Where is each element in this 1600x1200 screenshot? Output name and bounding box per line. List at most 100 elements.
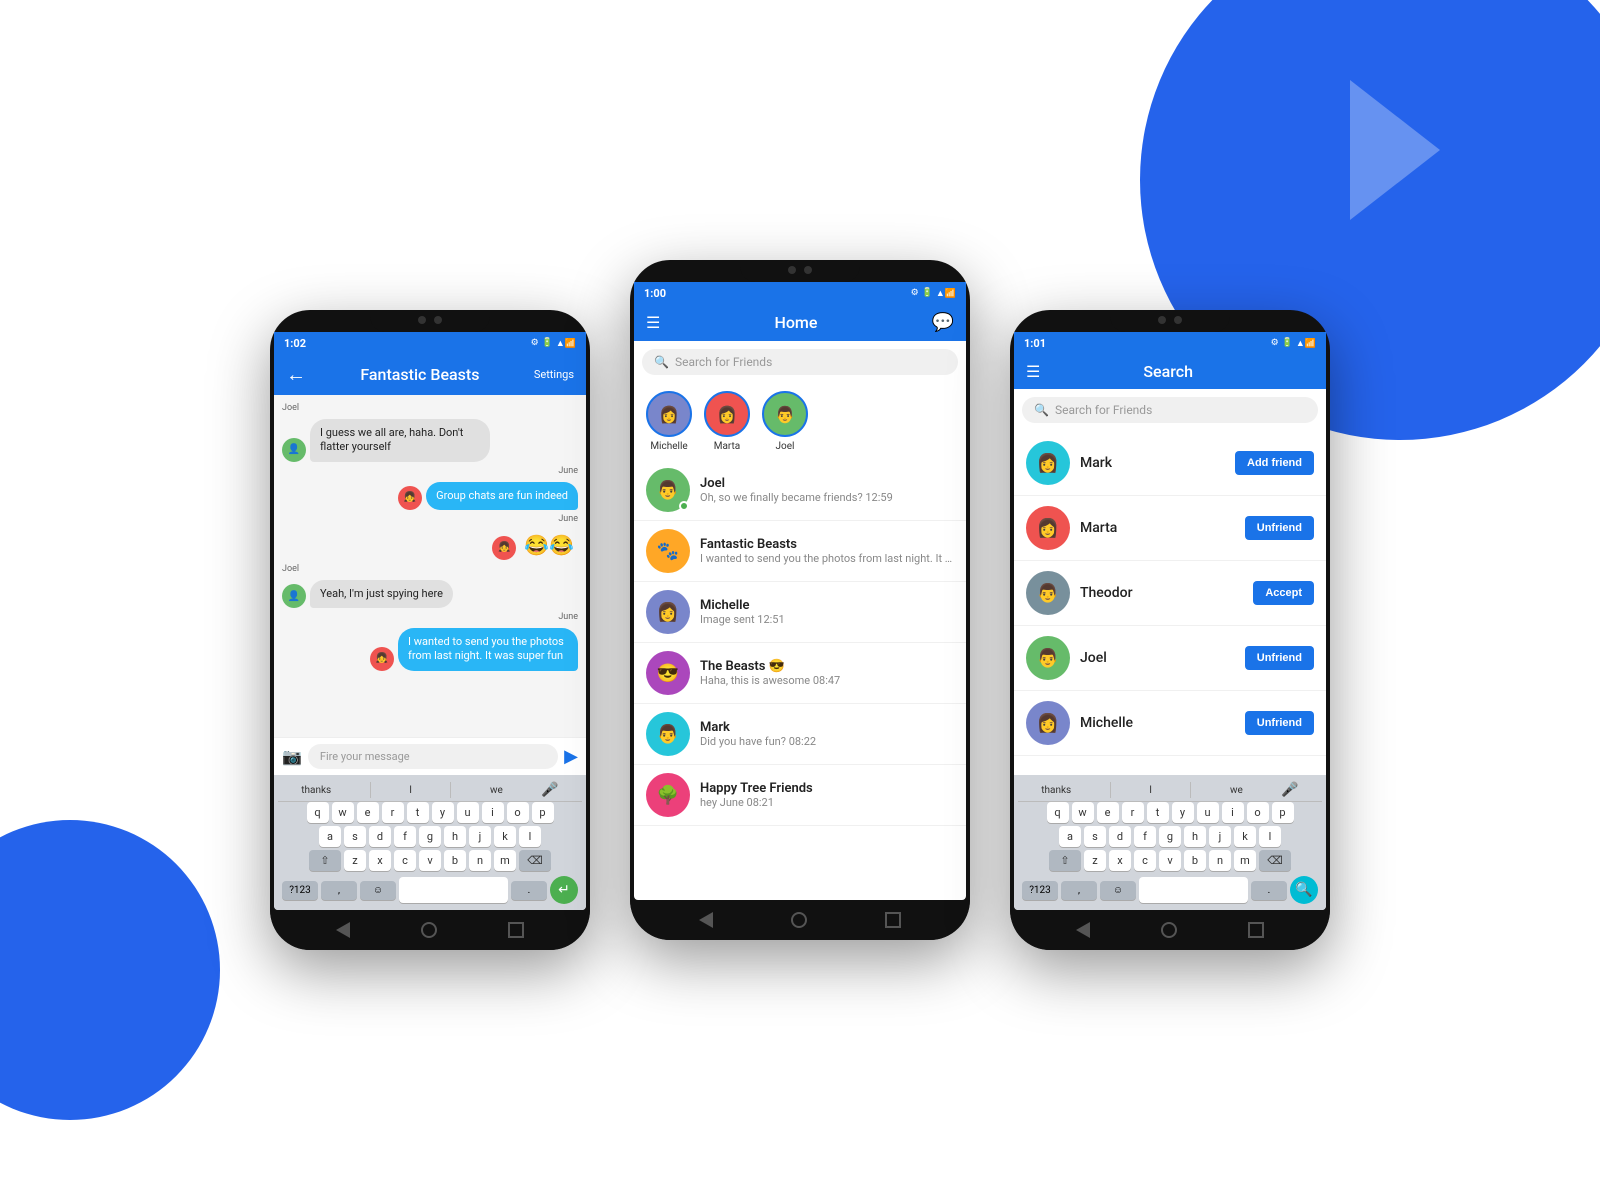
friend-joel[interactable]: 👨 Joel Unfriend xyxy=(1014,626,1326,691)
key-shift[interactable]: ⇧ xyxy=(309,850,341,871)
nav-back-left[interactable] xyxy=(336,922,350,938)
search-bar-right[interactable]: 🔍 Search for Friends xyxy=(1022,397,1318,423)
key-rj[interactable]: j xyxy=(1209,826,1231,847)
unfriend-button-joel[interactable]: Unfriend xyxy=(1245,646,1314,670)
key-y[interactable]: y xyxy=(432,802,454,823)
key-ro[interactable]: o xyxy=(1247,802,1269,823)
key-ra[interactable]: a xyxy=(1059,826,1081,847)
nav-recent-left[interactable] xyxy=(508,922,524,938)
key-o[interactable]: o xyxy=(507,802,529,823)
key-rr[interactable]: r xyxy=(1122,802,1144,823)
key-rd[interactable]: d xyxy=(1109,826,1131,847)
key-j[interactable]: j xyxy=(469,826,491,847)
conversation-thebeasts[interactable]: 😎 The Beasts 😎 Haha, this is awesome 08:… xyxy=(634,643,966,704)
key-rm[interactable]: m xyxy=(1234,850,1256,871)
key-c[interactable]: c xyxy=(394,850,416,871)
key-a[interactable]: a xyxy=(319,826,341,847)
key-x[interactable]: x xyxy=(369,850,391,871)
menu-button-center[interactable]: ☰ xyxy=(646,315,660,331)
key-r[interactable]: r xyxy=(382,802,404,823)
search-bar-center[interactable]: 🔍 Search for Friends xyxy=(642,349,958,375)
key-e[interactable]: e xyxy=(357,802,379,823)
conversation-joel[interactable]: 👨 Joel Oh, so we finally became friends?… xyxy=(634,460,966,521)
key-rg[interactable]: g xyxy=(1159,826,1181,847)
key-rc[interactable]: c xyxy=(1134,850,1156,871)
mic-icon-right[interactable]: 🎤 xyxy=(1281,782,1298,798)
key-w[interactable]: w xyxy=(332,802,354,823)
story-michelle[interactable]: 👩 Michelle xyxy=(646,391,692,452)
key-n[interactable]: n xyxy=(469,850,491,871)
suggestion-thanks[interactable]: thanks xyxy=(301,785,331,796)
key-comma[interactable]: , xyxy=(321,881,357,900)
nav-back-center[interactable] xyxy=(699,912,713,928)
conversation-mark[interactable]: 👨 Mark Did you have fun? 08:22 xyxy=(634,704,966,765)
key-rperiod[interactable]: . xyxy=(1251,881,1287,900)
add-friend-button-mark[interactable]: Add friend xyxy=(1235,451,1314,475)
conversation-michelle[interactable]: 👩 Michelle Image sent 12:51 xyxy=(634,582,966,643)
key-numeric[interactable]: ?123 xyxy=(282,881,318,900)
key-h[interactable]: h xyxy=(444,826,466,847)
key-t[interactable]: t xyxy=(407,802,429,823)
key-rf[interactable]: f xyxy=(1134,826,1156,847)
unfriend-button-marta[interactable]: Unfriend xyxy=(1245,516,1314,540)
send-button[interactable]: ▶ xyxy=(564,746,578,767)
compose-button[interactable]: 💬 xyxy=(932,312,954,333)
settings-button[interactable]: Settings xyxy=(534,368,574,381)
nav-recent-center[interactable] xyxy=(885,912,901,928)
key-rw[interactable]: w xyxy=(1072,802,1094,823)
mic-icon[interactable]: 🎤 xyxy=(541,782,558,798)
key-s[interactable]: s xyxy=(344,826,366,847)
key-rp[interactable]: p xyxy=(1272,802,1294,823)
message-input[interactable]: Fire your message xyxy=(308,744,558,769)
key-l[interactable]: l xyxy=(519,826,541,847)
key-rl[interactable]: l xyxy=(1259,826,1281,847)
key-rt[interactable]: t xyxy=(1147,802,1169,823)
key-p[interactable]: p xyxy=(532,802,554,823)
conversation-beasts[interactable]: 🐾 Fantastic Beasts I wanted to send you … xyxy=(634,521,966,582)
key-rq[interactable]: q xyxy=(1047,802,1069,823)
camera-button[interactable]: 📷 xyxy=(282,747,302,766)
story-joel[interactable]: 👨 Joel xyxy=(762,391,808,452)
key-emoji[interactable]: ☺ xyxy=(360,881,396,900)
story-marta[interactable]: 👩 Marta xyxy=(704,391,750,452)
suggestion-i[interactable]: I xyxy=(409,785,412,796)
key-rbackspace[interactable]: ⌫ xyxy=(1259,850,1291,871)
key-rv[interactable]: v xyxy=(1159,850,1181,871)
key-rshift[interactable]: ⇧ xyxy=(1049,850,1081,871)
key-enter[interactable]: ↵ xyxy=(550,876,578,904)
back-button[interactable]: ← xyxy=(286,362,306,387)
key-rz[interactable]: z xyxy=(1084,850,1106,871)
nav-home-right[interactable] xyxy=(1161,922,1177,938)
suggestion-i-r[interactable]: I xyxy=(1149,785,1152,796)
friend-theodor[interactable]: 👨 Theodor Accept xyxy=(1014,561,1326,626)
key-re[interactable]: e xyxy=(1097,802,1119,823)
key-ry[interactable]: y xyxy=(1172,802,1194,823)
key-rs[interactable]: s xyxy=(1084,826,1106,847)
key-b[interactable]: b xyxy=(444,850,466,871)
key-q[interactable]: q xyxy=(307,802,329,823)
key-i[interactable]: i xyxy=(482,802,504,823)
nav-back-right[interactable] xyxy=(1076,922,1090,938)
key-u[interactable]: u xyxy=(457,802,479,823)
key-rcomma[interactable]: , xyxy=(1061,881,1097,900)
key-ri[interactable]: i xyxy=(1222,802,1244,823)
key-k[interactable]: k xyxy=(494,826,516,847)
key-f[interactable]: f xyxy=(394,826,416,847)
key-period[interactable]: . xyxy=(511,881,547,900)
suggestion-thanks-r[interactable]: thanks xyxy=(1041,785,1071,796)
key-rn[interactable]: n xyxy=(1209,850,1231,871)
key-space[interactable] xyxy=(399,877,508,903)
key-ru[interactable]: u xyxy=(1197,802,1219,823)
unfriend-button-michelle[interactable]: Unfriend xyxy=(1245,711,1314,735)
key-search-submit[interactable]: 🔍 xyxy=(1290,876,1318,904)
suggestion-we-r[interactable]: we xyxy=(1230,785,1243,796)
key-m[interactable]: m xyxy=(494,850,516,871)
key-rspace[interactable] xyxy=(1139,877,1248,903)
friend-mark[interactable]: 👩 Mark Add friend xyxy=(1014,431,1326,496)
key-remoji[interactable]: ☺ xyxy=(1100,881,1136,900)
conversation-happytree[interactable]: 🌳 Happy Tree Friends hey June 08:21 xyxy=(634,765,966,826)
key-d[interactable]: d xyxy=(369,826,391,847)
nav-recent-right[interactable] xyxy=(1248,922,1264,938)
key-rk[interactable]: k xyxy=(1234,826,1256,847)
nav-home-center[interactable] xyxy=(791,912,807,928)
